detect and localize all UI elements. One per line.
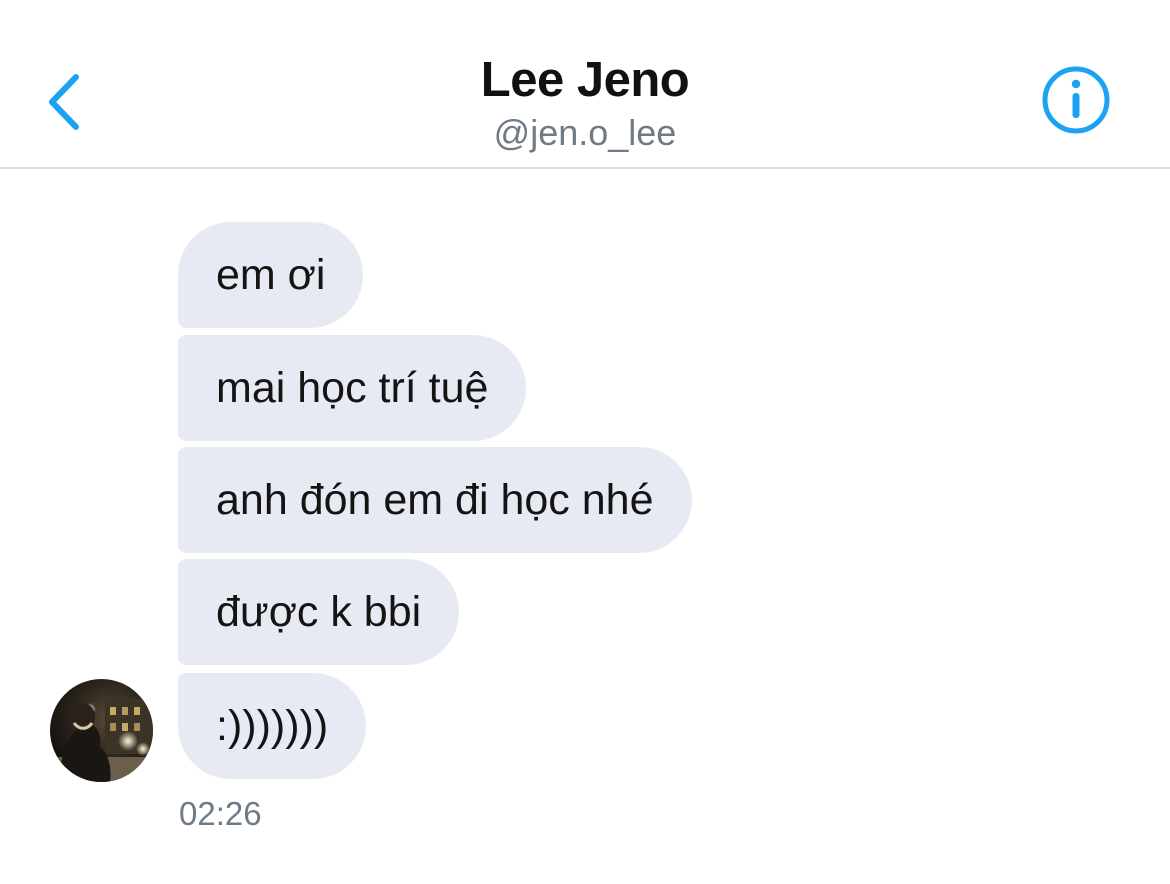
message-bubble[interactable]: mai học trí tuệ (178, 335, 527, 441)
contact-handle: @jen.o_lee (493, 112, 677, 153)
conversation-title-block: Lee Jeno @jen.o_lee (0, 50, 1170, 154)
message-text: được k bbi (216, 587, 422, 636)
message-text: anh đón em đi học nhé (216, 475, 654, 524)
dm-conversation-screen: Lee Jeno @jen.o_lee em ơi mai học trí tu… (0, 0, 1170, 884)
message-bubble[interactable]: em ơi (178, 222, 364, 328)
message-bubble[interactable]: được k bbi (178, 559, 460, 665)
avatar-photo (50, 679, 153, 782)
message-text: mai học trí tuệ (216, 363, 489, 412)
avatar[interactable] (50, 679, 153, 782)
info-button[interactable] (1040, 64, 1112, 136)
info-circle-icon (1042, 66, 1110, 134)
contact-name[interactable]: Lee Jeno (0, 50, 1170, 110)
message-bubble[interactable]: anh đón em đi học nhé (178, 447, 692, 553)
message-bubble[interactable]: :))))))) (178, 673, 367, 779)
message-timestamp: 02:26 (179, 795, 262, 832)
conversation-header: Lee Jeno @jen.o_lee (0, 0, 1170, 169)
message-text: em ơi (216, 250, 326, 299)
message-text: :))))))) (216, 701, 329, 750)
